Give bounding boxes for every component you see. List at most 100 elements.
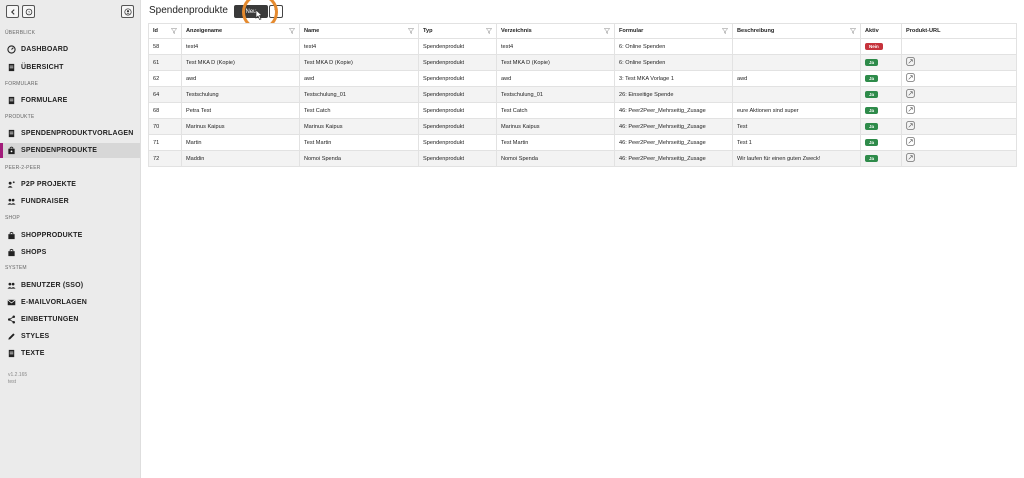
external-link-icon[interactable] — [906, 137, 915, 146]
table-row[interactable]: 64 Testschulung Testschulung_01 Spendenprod… — [148, 86, 1017, 103]
products-table: Id Anzeigename Name Typ Verzeichnis Form… — [148, 23, 1017, 167]
external-link-icon[interactable] — [906, 73, 915, 82]
cell-aktiv: Ja — [860, 54, 902, 71]
status-badge[interactable]: Ja — [865, 91, 879, 98]
cell-anzeigename: Testschulung — [181, 86, 300, 103]
sidebar-item-p2p-projekte[interactable]: P2P PROJEKTE — [0, 177, 140, 192]
filter-icon[interactable] — [850, 28, 856, 34]
table-row[interactable]: 58 test4 test4 Spendenprodukt test4 6: Online… — [148, 38, 1017, 55]
column-header-verzeichnis[interactable]: Verzeichnis — [496, 23, 615, 39]
help-button[interactable]: ? — [22, 5, 35, 18]
sidebar-item-label: SHOPS — [21, 249, 47, 256]
column-header-url[interactable]: Produkt-URL — [901, 23, 1017, 39]
cell-typ: Spendenprodukt — [418, 54, 497, 71]
cell-beschreibung — [732, 86, 861, 103]
sidebar-item-dashboard[interactable]: DASHBOARD — [0, 42, 140, 57]
table-row[interactable]: 61 Test MKA D (Kopie) Test MKA D (Kopie) Sp… — [148, 54, 1017, 71]
sidebar-item-formulare[interactable]: FORMULARE — [0, 93, 140, 108]
filter-icon[interactable] — [722, 28, 728, 34]
column-header-anzeigename[interactable]: Anzeigename — [181, 23, 300, 39]
user-icon — [123, 7, 132, 16]
cell-url — [901, 118, 1017, 135]
cell-name: Test Catch — [299, 102, 419, 119]
sidebar-item-shopprodukte[interactable]: SHOPPRODUKTE — [0, 228, 140, 243]
filter-icon[interactable] — [486, 28, 492, 34]
cell-beschreibung: eure Aktionen sind super — [732, 102, 861, 119]
cell-name: awd — [299, 70, 419, 87]
help-icon: ? — [25, 8, 32, 15]
sidebar-item-texte[interactable]: TEXTE — [0, 346, 140, 361]
column-header-formular[interactable]: Formular — [614, 23, 733, 39]
bag-icon — [7, 231, 16, 240]
external-link-icon[interactable] — [906, 153, 915, 162]
cell-url — [901, 54, 1017, 71]
cell-anzeigename: Marinus Kaipus — [181, 118, 300, 135]
sidebar-item-spendenprodukte[interactable]: SPENDENPRODUKTE — [0, 143, 140, 158]
external-link-icon[interactable] — [906, 105, 915, 114]
status-badge[interactable]: Ja — [865, 123, 879, 130]
table-row[interactable]: 70 Marinus Kaipus Marinus Kaipus Spendenpro… — [148, 118, 1017, 135]
user-button[interactable] — [121, 5, 134, 18]
status-badge[interactable]: Ja — [865, 139, 879, 146]
section-label-system: SYSTEM — [5, 265, 27, 271]
filter-icon[interactable] — [408, 28, 414, 34]
status-badge[interactable]: Ja — [865, 75, 879, 82]
sidebar-item-label: DASHBOARD — [21, 46, 69, 53]
cell-formular: 3: Test MKA Vorlage 1 — [614, 70, 733, 87]
cell-typ: Spendenprodukt — [418, 38, 497, 55]
share-icon — [7, 315, 16, 324]
sidebar-item-fundraiser[interactable]: FUNDRAISER — [0, 194, 140, 209]
column-header-typ[interactable]: Typ — [418, 23, 497, 39]
cell-typ: Spendenprodukt — [418, 150, 497, 167]
sidebar-item-benutzer[interactable]: BENUTZER (SSO) — [0, 278, 140, 293]
bag-icon — [7, 248, 16, 257]
filter-icon[interactable] — [604, 28, 610, 34]
table-row[interactable]: 72 Maddin Nomoi Spenda Spendenprodukt Nomoi … — [148, 150, 1017, 167]
column-header-beschreibung[interactable]: Beschreibung — [732, 23, 861, 39]
external-link-icon[interactable] — [906, 57, 915, 66]
dashboard-icon — [7, 45, 16, 54]
cell-anzeigename: Test MKA D (Kopie) — [181, 54, 300, 71]
filter-icon[interactable] — [289, 28, 295, 34]
sidebar-item-uebersicht[interactable]: ÜBERSICHT — [0, 60, 140, 75]
sidebar-item-emailvorlagen[interactable]: E-MAILVORLAGEN — [0, 295, 140, 310]
status-badge[interactable]: Ja — [865, 155, 879, 162]
column-header-name[interactable]: Name — [299, 23, 419, 39]
cell-formular: 46: Peer2Peer_Mehrseitig_Zusage — [614, 134, 733, 151]
cell-formular: 46: Peer2Peer_Mehrseitig_Zusage — [614, 150, 733, 167]
collapse-button[interactable] — [6, 5, 19, 18]
table-row[interactable]: 62 awd awd Spendenprodukt awd 3: Test MKA Vor… — [148, 70, 1017, 87]
external-link-icon[interactable] — [906, 121, 915, 130]
filter-icon[interactable] — [171, 28, 177, 34]
sidebar-item-vorlagen[interactable]: SPENDENPRODUKTVORLAGEN — [0, 126, 140, 141]
column-header-id[interactable]: Id — [148, 23, 182, 39]
lock-bag-icon — [7, 146, 16, 155]
cell-id: 72 — [148, 150, 182, 167]
app: ? ÜBERBLICK DASHBOARD ÜBERSICHT FORMULAR… — [0, 0, 1024, 478]
column-header-aktiv[interactable]: Aktiv — [860, 23, 902, 39]
cell-typ: Spendenprodukt — [418, 102, 497, 119]
table-row[interactable]: 71 Martin Test Martin Spendenprodukt Test Ma… — [148, 134, 1017, 151]
cell-name: Test MKA D (Kopie) — [299, 54, 419, 71]
table-row[interactable]: 68 Petra Test Test Catch Spendenprodukt Test… — [148, 102, 1017, 119]
external-link-icon[interactable] — [906, 89, 915, 98]
sidebar-item-shops[interactable]: SHOPS — [0, 245, 140, 260]
sidebar-item-label: EINBETTUNGEN — [21, 316, 79, 323]
status-badge[interactable]: Nein — [865, 43, 883, 50]
cell-id: 68 — [148, 102, 182, 119]
document-icon — [7, 96, 16, 105]
cell-beschreibung — [732, 38, 861, 55]
status-badge[interactable]: Ja — [865, 107, 879, 114]
back-icon — [10, 8, 15, 15]
cell-typ: Spendenprodukt — [418, 134, 497, 151]
cell-formular: 46: Peer2Peer_Mehrseitig_Zusage — [614, 102, 733, 119]
sidebar-item-styles[interactable]: STYLES — [0, 329, 140, 344]
status-badge[interactable]: Ja — [865, 59, 879, 66]
cell-aktiv: Ja — [860, 150, 902, 167]
cell-beschreibung: Wir laufen für einen guten Zweck! — [732, 150, 861, 167]
cell-aktiv: Nein — [860, 38, 902, 55]
sidebar-item-einbettungen[interactable]: EINBETTUNGEN — [0, 312, 140, 327]
sidebar-item-label: BENUTZER (SSO) — [21, 282, 84, 289]
cell-id: 62 — [148, 70, 182, 87]
cell-formular: 26: Einseitige Spende — [614, 86, 733, 103]
